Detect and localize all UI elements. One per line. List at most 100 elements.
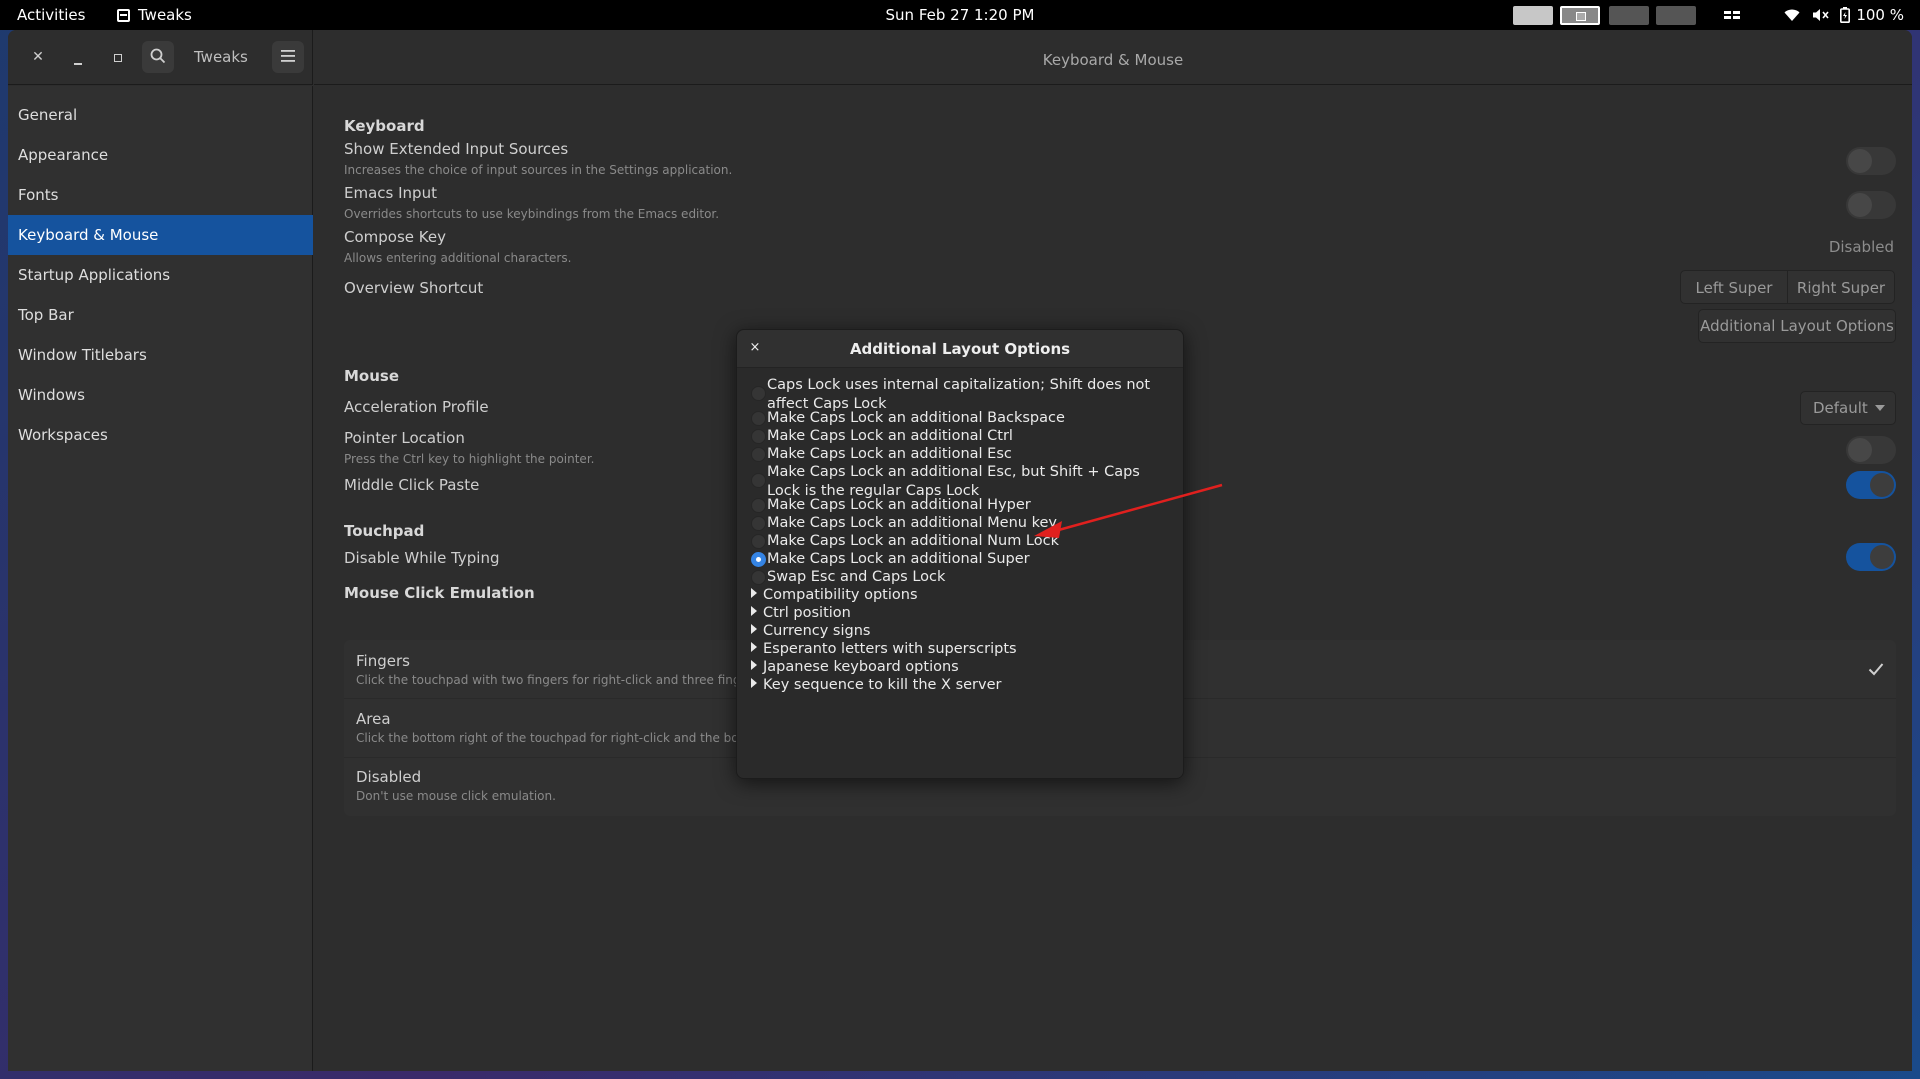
radio-button[interactable]	[751, 429, 766, 444]
clock-label[interactable]: Sun Feb 27 1:20 PM	[886, 6, 1035, 24]
close-window-button[interactable]: ✕	[22, 41, 54, 73]
volume-muted-icon	[1813, 9, 1829, 21]
acceleration-profile-dropdown[interactable]: Default	[1800, 391, 1896, 425]
area-title: Area	[356, 710, 391, 728]
sidebar-item-general[interactable]: General	[8, 95, 313, 135]
radio-button[interactable]	[751, 473, 766, 488]
expander-currency-signs[interactable]: Currency signs	[751, 622, 870, 641]
chevron-down-icon	[1875, 405, 1885, 411]
radio-button[interactable]	[751, 534, 766, 549]
option-caps-ctrl[interactable]: Make Caps Lock an additional Ctrl	[751, 427, 1177, 446]
minimize-icon	[74, 63, 82, 65]
option-label: Make Caps Lock an additional Esc, but Sh…	[767, 464, 1140, 499]
sidebar-item-window-titlebars[interactable]: Window Titlebars	[8, 335, 313, 375]
workspace-thumb-3[interactable]	[1609, 6, 1649, 25]
expander-arrow-icon	[751, 642, 757, 652]
option-label: Swap Esc and Caps Lock	[767, 569, 946, 585]
hamburger-menu-icon	[281, 50, 295, 62]
pointer-location-title: Pointer Location	[344, 429, 465, 447]
option-caps-hyper[interactable]: Make Caps Lock an additional Hyper	[751, 496, 1177, 515]
expander-label: Ctrl position	[763, 605, 851, 621]
left-super-button[interactable]: Left Super	[1680, 270, 1788, 304]
main-menu-button[interactable]	[272, 41, 304, 73]
option-label: Make Caps Lock an additional Num Lock	[767, 533, 1059, 549]
fingers-subtitle: Click the touchpad with two fingers for …	[356, 673, 780, 687]
expander-label: Currency signs	[763, 623, 871, 639]
search-icon	[150, 48, 166, 64]
expander-esperanto-letters[interactable]: Esperanto letters with superscripts	[751, 640, 1017, 659]
radio-button[interactable]	[751, 570, 766, 585]
sidebar-item-appearance[interactable]: Appearance	[8, 135, 313, 175]
wifi-icon	[1784, 9, 1800, 21]
activities-button[interactable]: Activities	[17, 0, 85, 30]
pointer-location-switch[interactable]	[1846, 436, 1896, 464]
close-icon: ✕	[32, 49, 44, 65]
compose-key-value[interactable]: Disabled	[1816, 238, 1894, 256]
radio-button[interactable]	[751, 411, 766, 426]
disable-while-typing-switch[interactable]	[1846, 543, 1896, 571]
fingers-title: Fingers	[356, 652, 410, 670]
expander-arrow-icon	[751, 606, 757, 616]
option-swap-esc-caps[interactable]: Swap Esc and Caps Lock	[751, 568, 1177, 587]
sidebar-item-workspaces[interactable]: Workspaces	[8, 415, 313, 455]
sidebar-header-bar: ✕ Tweaks	[8, 30, 313, 85]
sidebar-item-top-bar[interactable]: Top Bar	[8, 295, 313, 335]
radio-button[interactable]	[751, 516, 766, 531]
expander-arrow-icon	[751, 678, 757, 688]
option-caps-super[interactable]: Make Caps Lock an additional Super	[751, 550, 1177, 569]
option-caps-backspace[interactable]: Make Caps Lock an additional Backspace	[751, 409, 1177, 428]
emacs-input-subtitle: Overrides shortcuts to use keybindings f…	[344, 207, 720, 221]
expander-arrow-icon	[751, 660, 757, 670]
middle-click-paste-title: Middle Click Paste	[344, 476, 480, 494]
right-super-button[interactable]: Right Super	[1787, 270, 1895, 304]
dialog-header: × Additional Layout Options	[737, 330, 1183, 368]
emacs-input-switch[interactable]	[1846, 191, 1896, 219]
tweaks-app-icon	[117, 8, 130, 22]
sidebar-item-fonts[interactable]: Fonts	[8, 175, 313, 215]
workspace-thumb-4[interactable]	[1656, 6, 1696, 25]
workspace-thumb-2[interactable]	[1560, 6, 1600, 25]
app-menu[interactable]: Tweaks	[117, 0, 192, 30]
additional-layout-options-dialog: × Additional Layout Options Caps Lock us…	[736, 329, 1184, 779]
expander-label: Compatibility options	[763, 587, 918, 603]
battery-percentage: 100 %	[1856, 6, 1904, 24]
expander-label: Esperanto letters with superscripts	[763, 641, 1017, 657]
option-caps-esc[interactable]: Make Caps Lock an additional Esc	[751, 445, 1177, 464]
acceleration-profile-title: Acceleration Profile	[344, 398, 489, 416]
search-button[interactable]	[142, 41, 174, 73]
mouse-section-title: Mouse	[344, 367, 400, 385]
expander-arrow-icon	[751, 624, 757, 634]
option-caps-menu-key[interactable]: Make Caps Lock an additional Menu key	[751, 514, 1177, 533]
sidebar: General Appearance Fonts Keyboard & Mous…	[8, 86, 313, 1071]
option-caps-num-lock[interactable]: Make Caps Lock an additional Num Lock	[751, 532, 1177, 551]
radio-button[interactable]	[751, 447, 766, 462]
checkmark-icon	[1868, 663, 1884, 676]
expander-compatibility-options[interactable]: Compatibility options	[751, 586, 918, 605]
page-title: Keyboard & Mouse	[1042, 51, 1184, 69]
middle-click-paste-switch[interactable]	[1846, 471, 1896, 499]
additional-layout-options-button[interactable]: Additional Layout Options	[1698, 309, 1896, 343]
extended-input-switch[interactable]	[1846, 147, 1896, 175]
expander-ctrl-position[interactable]: Ctrl position	[751, 604, 851, 623]
sidebar-item-keyboard-mouse[interactable]: Keyboard & Mouse	[8, 215, 313, 255]
compose-key-subtitle: Allows entering additional characters.	[344, 251, 572, 265]
radio-button-checked[interactable]	[751, 552, 766, 567]
extended-input-title: Show Extended Input Sources	[344, 140, 569, 158]
radio-button[interactable]	[751, 386, 766, 401]
extended-input-subtitle: Increases the choice of input sources in…	[344, 163, 733, 177]
expander-kill-x-server[interactable]: Key sequence to kill the X server	[751, 676, 1002, 695]
maximize-icon	[114, 54, 122, 62]
keyboard-section-title: Keyboard	[344, 117, 425, 135]
sidebar-item-startup-applications[interactable]: Startup Applications	[8, 255, 313, 295]
minimize-window-button[interactable]	[62, 41, 94, 73]
radio-button[interactable]	[751, 498, 766, 513]
pointer-location-subtitle: Press the Ctrl key to highlight the poin…	[344, 452, 595, 466]
expander-japanese-keyboard[interactable]: Japanese keyboard options	[751, 658, 959, 677]
maximize-window-button[interactable]	[102, 41, 134, 73]
dialog-title: Additional Layout Options	[849, 340, 1071, 358]
system-tray[interactable]: 100 %	[1724, 0, 1904, 30]
sidebar-item-windows[interactable]: Windows	[8, 375, 313, 415]
option-label: Make Caps Lock an additional Esc	[767, 446, 1012, 462]
workspace-thumb-1[interactable]	[1513, 6, 1553, 25]
top-bar: Activities Tweaks Sun Feb 27 1:20 PM 100…	[0, 0, 1920, 30]
